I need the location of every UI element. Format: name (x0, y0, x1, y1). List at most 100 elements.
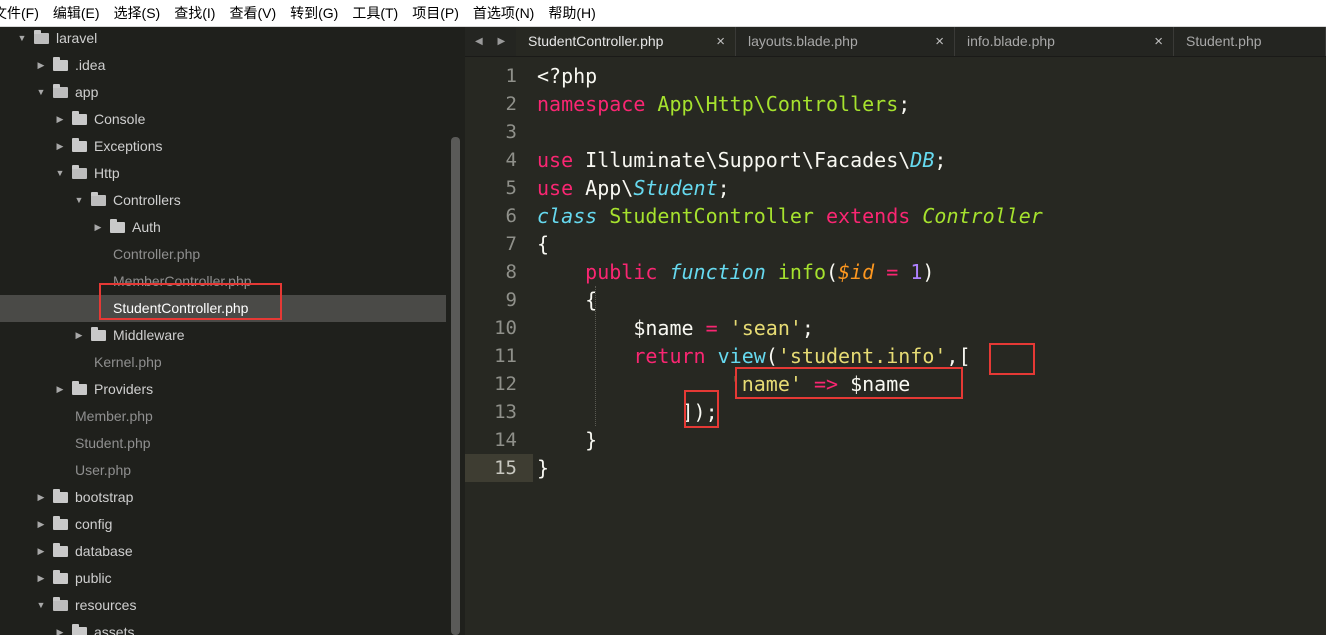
chevron-right-icon[interactable]: ▶ (35, 52, 47, 79)
line-number: 9 (505, 289, 517, 311)
chevron-down-icon[interactable]: ▼ (35, 79, 47, 106)
folder-icon (91, 327, 106, 341)
code-editor[interactable]: 1 2 3 4 5 6 7 8 9 10 11 12 13 14 15 <?php namespace App… (465, 57, 1326, 635)
code-line[interactable]: { (537, 286, 1043, 314)
tree-file-row[interactable]: Controller.php (0, 241, 446, 268)
code-token: use (537, 176, 574, 200)
chevron-right-icon[interactable]: ▶ (54, 619, 66, 635)
close-icon[interactable]: × (716, 27, 725, 56)
line-number-gutter: 1 2 3 4 5 6 7 8 9 10 11 12 13 14 15 (465, 62, 533, 482)
menu-item-5[interactable]: 转到(G) (290, 3, 338, 23)
code-token: Controller (922, 204, 1043, 228)
tree-folder-row[interactable]: ▼ Controllers (0, 187, 446, 214)
tree-folder-row[interactable]: ▼ resources (0, 592, 446, 619)
folder-open-icon (53, 84, 68, 98)
tree-folder-row[interactable]: ▼ Http (0, 160, 446, 187)
code-token: 1 (910, 260, 923, 284)
chevron-down-icon[interactable]: ▼ (54, 160, 66, 187)
code-token: { (537, 288, 598, 312)
line-number: 10 (494, 317, 517, 339)
code-line[interactable]: } (537, 426, 1043, 454)
chevron-right-icon[interactable]: ▶ (92, 214, 104, 241)
code-token: ,[ (946, 344, 971, 368)
code-area[interactable]: <?phpnamespace App\Http\Controllers;​use… (537, 62, 1043, 482)
code-line[interactable]: 'name' => $name (537, 370, 1043, 398)
code-line[interactable]: public function info($id = 1) (537, 258, 1043, 286)
code-line[interactable]: <?php (537, 62, 1043, 90)
tab-2[interactable]: info.blade.php × (955, 27, 1174, 56)
code-token: StudentController (609, 204, 814, 228)
tree-item-label: public (75, 570, 112, 586)
tree-folder-row[interactable]: ▶ Console (0, 106, 446, 133)
tree-file-row[interactable]: Kernel.php (0, 349, 446, 376)
tree-folder-row[interactable]: ▶ Providers (0, 376, 446, 403)
tree-folder-row[interactable]: ▼ app (0, 79, 446, 106)
menu-item-1[interactable]: 编辑(E) (53, 3, 100, 23)
tree-folder-row[interactable]: ▶ .idea (0, 52, 446, 79)
chevron-right-icon[interactable]: ▶ (54, 106, 66, 133)
tree-folder-row[interactable]: ▶ bootstrap (0, 484, 446, 511)
tree-file-row[interactable]: Student.php (0, 430, 446, 457)
menu-item-6[interactable]: 工具(T) (352, 3, 398, 23)
tab-0[interactable]: StudentController.php × (516, 27, 736, 56)
chevron-down-icon[interactable]: ▼ (16, 27, 28, 52)
tree-file-row[interactable]: MemberController.php (0, 268, 446, 295)
code-line[interactable]: } (537, 454, 1043, 482)
chevron-right-icon[interactable]: ▶ (35, 538, 47, 565)
tree-folder-row[interactable]: ▼ laravel (0, 27, 446, 52)
code-line[interactable]: class StudentController extends Controll… (537, 202, 1043, 230)
tree-folder-row[interactable]: ▶ config (0, 511, 446, 538)
menu-item-4[interactable]: 查看(V) (229, 3, 276, 23)
menu-item-3[interactable]: 查找(I) (174, 3, 215, 23)
chevron-right-icon[interactable]: ▶ (54, 133, 66, 160)
chevron-right-icon[interactable]: ▶ (54, 376, 66, 403)
code-line[interactable]: use Illuminate\Support\Facades\DB; (537, 146, 1043, 174)
tree-folder-row[interactable]: ▶ database (0, 538, 446, 565)
tab-bar: ◀ ▶ StudentController.php × layouts.blade.… (465, 27, 1326, 57)
menu-bar: 文件(F) 编辑(E) 选择(S) 查找(I) 查看(V) 转到(G) 工具(T) 项目(P)… (0, 0, 1326, 27)
tree-folder-row[interactable]: ▶ Middleware (0, 322, 446, 349)
tree-folder-row[interactable]: ▶ public (0, 565, 446, 592)
code-line[interactable]: $name = 'sean'; (537, 314, 1043, 342)
line-number: 4 (505, 149, 517, 171)
menu-item-8[interactable]: 首选项(N) (473, 3, 534, 23)
chevron-right-icon[interactable]: ▶ (73, 322, 85, 349)
code-line[interactable]: ]); (537, 398, 1043, 426)
code-token: $name (537, 316, 706, 340)
menu-item-9[interactable]: 帮助(H) (548, 3, 595, 23)
code-line[interactable]: { (537, 230, 1043, 258)
code-line[interactable]: ​ (537, 118, 1043, 146)
sidebar-scrollbar[interactable] (451, 137, 460, 635)
tab-3[interactable]: Student.php (1174, 27, 1326, 56)
tree-file-row[interactable]: Member.php (0, 403, 446, 430)
tree-file-row[interactable]: StudentController.php (0, 295, 446, 322)
tree-file-row[interactable]: User.php (0, 457, 446, 484)
chevron-down-icon[interactable]: ▼ (35, 592, 47, 619)
chevron-right-icon[interactable]: ▶ (35, 511, 47, 538)
close-icon[interactable]: × (1154, 27, 1163, 56)
menu-item-0[interactable]: 文件(F) (0, 3, 39, 23)
tree-folder-row[interactable]: ▶ Exceptions (0, 133, 446, 160)
tab-1[interactable]: layouts.blade.php × (736, 27, 955, 56)
menu-item-2[interactable]: 选择(S) (114, 3, 161, 23)
chevron-right-icon[interactable]: ▶ (35, 484, 47, 511)
tree-item-label: app (75, 84, 99, 100)
code-line[interactable]: use App\Student; (537, 174, 1043, 202)
tab-nav-arrows-icon[interactable]: ◀ ▶ (475, 27, 511, 56)
chevron-down-icon[interactable]: ▼ (73, 187, 85, 214)
tree-item-label: MemberController.php (113, 273, 252, 289)
tree-folder-row[interactable]: ▶ assets (0, 619, 446, 635)
tree-item-label: Providers (94, 381, 154, 397)
close-icon[interactable]: × (935, 27, 944, 56)
menu-item-7[interactable]: 项目(P) (412, 3, 459, 23)
code-token: DB (910, 148, 935, 172)
code-line[interactable]: namespace App\Http\Controllers; (537, 90, 1043, 118)
tree-folder-row[interactable]: ▶ Auth (0, 214, 446, 241)
code-token: ( (826, 260, 839, 284)
indent-guide (595, 286, 597, 426)
code-line[interactable]: return view('student.info',[ (537, 342, 1043, 370)
code-token: { (537, 232, 550, 256)
chevron-right-icon[interactable]: ▶ (35, 565, 47, 592)
